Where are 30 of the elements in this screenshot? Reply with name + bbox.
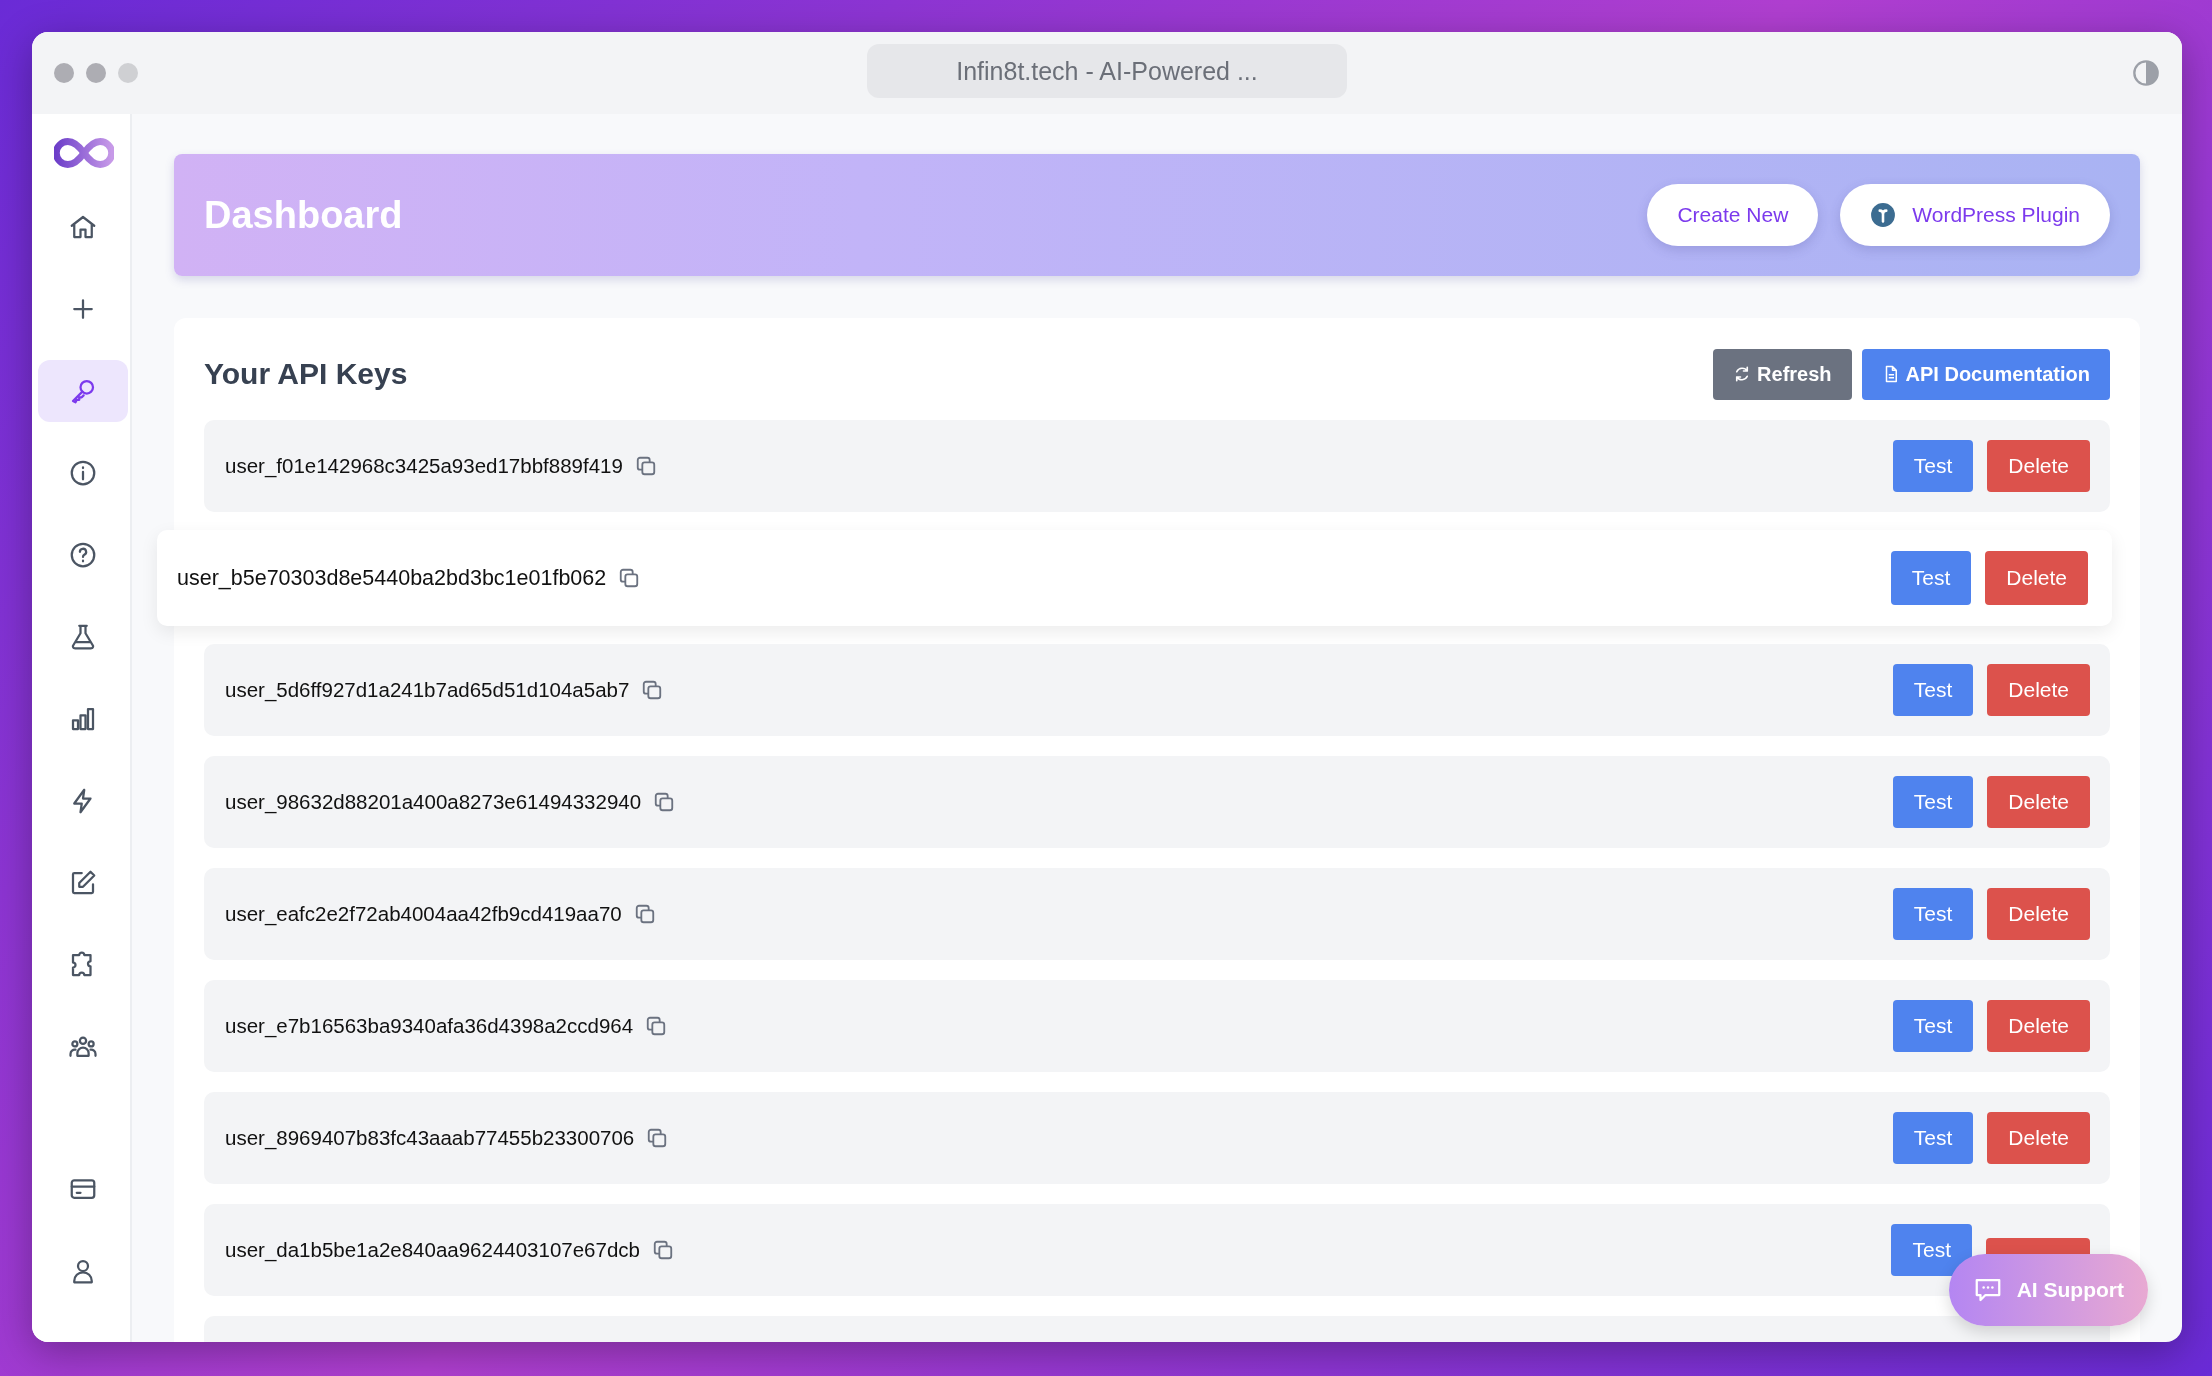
test-button[interactable]: Test <box>1892 664 1974 716</box>
test-button[interactable]: Test <box>1892 440 1974 492</box>
wordpress-plugin-button[interactable]: WordPress Plugin <box>1840 184 2110 246</box>
api-key-text: user_f01e142968c3425a93ed17bbf889f419 <box>225 454 623 478</box>
api-key-text: user_da1b5be1a2e840aa9624403107e67dcb <box>225 1238 640 1262</box>
delete-button[interactable]: Delete <box>1987 888 2090 940</box>
api-key-text: user_98632d88201a400a8273e61494332940 <box>225 790 642 814</box>
test-button[interactable]: Test <box>1892 1112 1974 1164</box>
delete-button[interactable]: Delete <box>1987 776 2090 828</box>
delete-button[interactable]: Delete <box>1987 1000 2090 1052</box>
api-key-text: user_5d6ff927d1a241b7ad65d51d104a5ab7 <box>225 678 630 702</box>
test-button[interactable]: Test <box>1890 551 1972 605</box>
api-key-text: user_8969407b83fc43aaab77455b23300706 <box>225 1126 635 1150</box>
refresh-button[interactable]: Refresh <box>1713 348 1852 400</box>
api-key-text: user_e7b16563ba9340afa36d4398a2ccd964 <box>225 1014 634 1038</box>
delete-button[interactable]: Delete <box>1985 551 2088 605</box>
create-new-button[interactable]: Create New <box>1647 184 1819 246</box>
api-key-text: user_b5e70303d8e5440ba2bd3bc1e01fb062 <box>177 565 607 591</box>
delete-button[interactable]: Delete <box>1987 1112 2090 1164</box>
api-documentation-button[interactable]: API Documentation <box>1861 348 2110 400</box>
test-button[interactable]: Test <box>1892 888 1974 940</box>
test-button[interactable]: Test <box>1892 776 1974 828</box>
test-button[interactable]: Test <box>1891 1224 1972 1276</box>
delete-button[interactable]: Delete <box>1987 440 2090 492</box>
test-button[interactable]: Test <box>1892 1000 1974 1052</box>
api-key-text: user_eafc2e2f72ab4004aa42fb9cd419aa70 <box>225 902 622 926</box>
section-title: Your API Keys <box>204 357 408 391</box>
delete-button[interactable]: Delete <box>1987 664 2090 716</box>
window-title: Infin8t.tech - AI-Powered ... <box>867 44 1347 98</box>
page-title: Dashboard <box>204 193 403 237</box>
